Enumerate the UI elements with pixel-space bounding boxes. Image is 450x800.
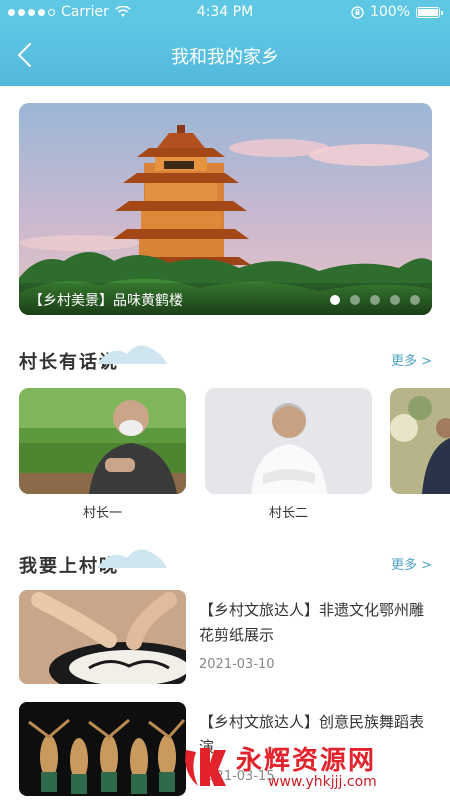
banner-pager bbox=[330, 295, 420, 305]
status-bar: Carrier 4:34 PM 100% bbox=[0, 0, 450, 24]
section-evening-header: 我要上村晚 更多 > bbox=[19, 548, 432, 578]
pager-dot[interactable] bbox=[370, 295, 380, 305]
page-title: 我和我的家乡 bbox=[171, 47, 279, 68]
banner-caption: 【乡村美景】品味黄鹤楼 bbox=[29, 293, 183, 309]
chief-card-1[interactable] bbox=[19, 388, 186, 494]
battery-icon bbox=[416, 6, 443, 18]
battery-label: 100% bbox=[369, 4, 410, 20]
pager-dot[interactable] bbox=[410, 295, 420, 305]
site-watermark: 永辉资源网 www.yhkjjj.com bbox=[180, 740, 442, 796]
pager-dot[interactable] bbox=[330, 295, 340, 305]
status-right: 100% bbox=[351, 4, 443, 20]
article-thumbnail bbox=[19, 590, 186, 684]
chief-name: 村长一 bbox=[82, 506, 122, 521]
chief-photo bbox=[205, 388, 372, 494]
mountain-decoration-icon bbox=[97, 345, 167, 364]
chief-card-3[interactable] bbox=[390, 388, 450, 494]
banner-carousel[interactable]: 【乡村美景】品味黄鹤楼 bbox=[19, 103, 432, 315]
watermark-title: 永辉资源网 bbox=[236, 746, 377, 776]
watermark-url: www.yhkjjj.com bbox=[268, 774, 377, 790]
section-chief-more-link[interactable]: 更多 > bbox=[391, 350, 432, 369]
chief-photo bbox=[390, 388, 450, 494]
navigation-bar: 我和我的家乡 bbox=[0, 24, 450, 86]
chief-card-2[interactable] bbox=[205, 388, 372, 494]
chief-photo bbox=[19, 388, 186, 494]
section-evening-more-link[interactable]: 更多 > bbox=[391, 554, 432, 573]
article-title: 【乡村文旅达人】非遗文化鄂州雕花剪纸展示 bbox=[199, 601, 425, 644]
article-date: 2021-03-10 bbox=[199, 657, 275, 672]
article-item[interactable]: 【乡村文旅达人】非遗文化鄂州雕花剪纸展示 2021-03-10 bbox=[19, 590, 432, 684]
chief-name: 村长二 bbox=[268, 506, 308, 521]
watermark-logo-icon bbox=[185, 748, 226, 786]
pager-dot[interactable] bbox=[350, 295, 360, 305]
article-thumbnail bbox=[19, 702, 186, 796]
pager-dot[interactable] bbox=[390, 295, 400, 305]
mountain-decoration-icon bbox=[97, 549, 167, 568]
section-chief-header: 村长有话说 更多 > bbox=[19, 344, 432, 374]
orientation-lock-icon bbox=[351, 5, 364, 19]
